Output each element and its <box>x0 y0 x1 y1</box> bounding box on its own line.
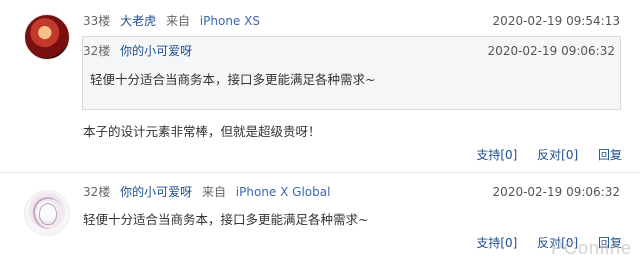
comment-text: 轻便十分适合当商务本，接口多更能满足各种需求~ <box>83 212 369 227</box>
floor-number: 33楼 <box>83 14 111 28</box>
comment-text: 本子的设计元素非常棒，但就是超级贵呀！ <box>83 124 321 139</box>
avatar-face-shape <box>39 203 57 225</box>
quote-text: 轻便十分适合当商务本，接口多更能满足各种需求~ <box>90 72 376 87</box>
oppose-button[interactable]: 反对[0] <box>537 148 578 162</box>
device-link[interactable]: iPhone XS <box>200 14 260 28</box>
quote-meta: 32楼 你的小可爱呀 <box>83 44 192 58</box>
comment-actions: 支持[0] 反对[0] 回复 <box>460 146 622 163</box>
comment-meta: 33楼 大老虎 来自 iPhone XS <box>83 13 260 29</box>
from-label: 来自 <box>165 14 190 28</box>
support-button[interactable]: 支持[0] <box>476 236 517 250</box>
username-link[interactable]: 大老虎 <box>120 14 156 28</box>
comment-time: 2020-02-19 09:06:32 <box>492 185 620 199</box>
avatar[interactable] <box>24 14 70 60</box>
support-button[interactable]: 支持[0] <box>476 148 517 162</box>
from-label: 来自 <box>201 185 226 199</box>
divider <box>0 172 640 173</box>
quote-username-link[interactable]: 你的小可爱呀 <box>120 44 192 58</box>
quote-time: 2020-02-19 09:06:32 <box>487 44 615 58</box>
watermark-logo: PConline <box>550 238 632 258</box>
comment-item: 33楼 大老虎 来自 iPhone XS 2020-02-19 09:54:13… <box>0 0 640 172</box>
comment-list: 33楼 大老虎 来自 iPhone XS 2020-02-19 09:54:13… <box>0 0 640 261</box>
quote-floor: 32楼 <box>83 44 111 58</box>
comment-meta: 32楼 你的小可爱呀 来自 iPhone X Global <box>83 184 330 200</box>
reply-button[interactable]: 回复 <box>598 148 622 162</box>
avatar[interactable] <box>24 190 70 236</box>
quoted-comment: 32楼 你的小可爱呀 2020-02-19 09:06:32 轻便十分适合当商务… <box>82 36 621 110</box>
comment-time: 2020-02-19 09:54:13 <box>492 14 620 28</box>
floor-number: 32楼 <box>83 185 111 199</box>
username-link[interactable]: 你的小可爱呀 <box>120 185 192 199</box>
comment-item: 32楼 你的小可爱呀 来自 iPhone X Global 2020-02-19… <box>0 176 640 261</box>
device-link[interactable]: iPhone X Global <box>236 185 331 199</box>
